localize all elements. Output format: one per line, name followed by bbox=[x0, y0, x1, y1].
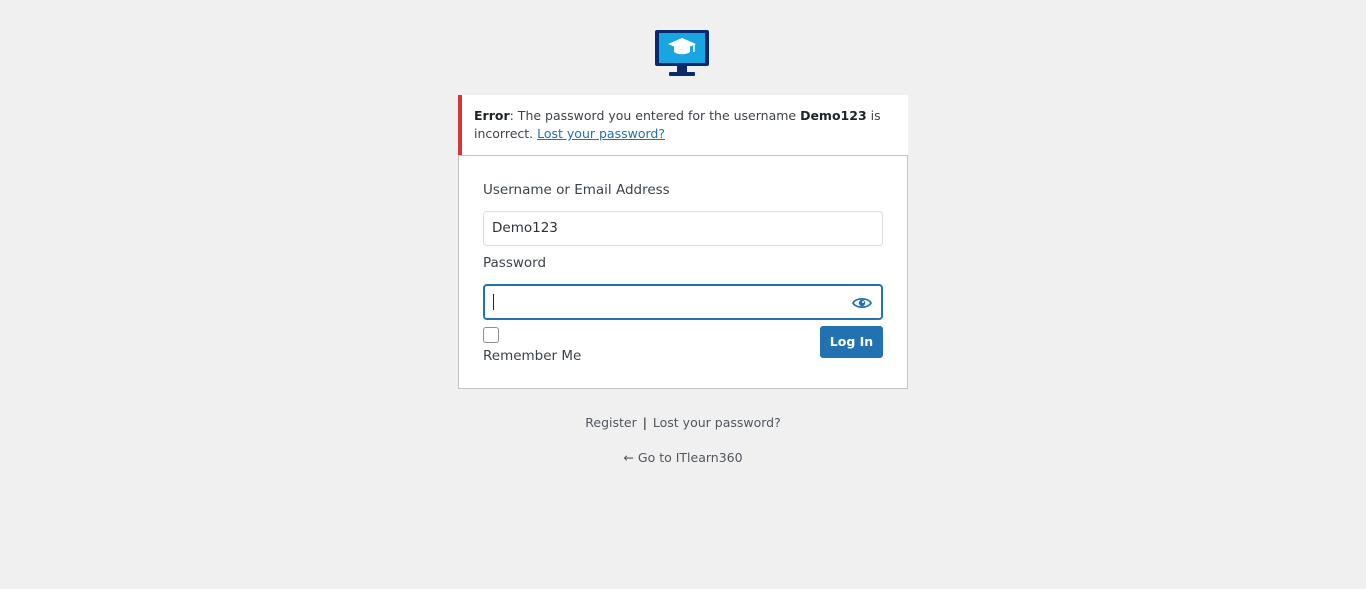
footer-nav: Register | Lost your password? bbox=[0, 415, 1366, 430]
lost-password-link[interactable]: Lost your password? bbox=[653, 415, 781, 430]
login-button[interactable]: Log In bbox=[820, 326, 883, 358]
remember-me-label[interactable]: Remember Me bbox=[483, 348, 581, 364]
username-input[interactable]: Demo123 bbox=[483, 211, 883, 246]
register-link[interactable]: Register bbox=[585, 415, 636, 430]
back-to-site: ← Go to ITlearn360 bbox=[0, 450, 1366, 465]
remember-me-checkbox[interactable] bbox=[483, 327, 499, 343]
error-lost-password-link[interactable]: Lost your password? bbox=[537, 126, 665, 141]
error-label: Error bbox=[474, 108, 510, 123]
error-username: Demo123 bbox=[800, 108, 867, 123]
login-error-notice: Error: The password you entered for the … bbox=[458, 95, 908, 155]
text-caret bbox=[493, 294, 494, 310]
login-page: Error: The password you entered for the … bbox=[0, 0, 1366, 589]
error-message-start: : The password you entered for the usern… bbox=[509, 108, 801, 123]
username-label: Username or Email Address bbox=[483, 182, 670, 198]
login-form: Username or Email Address Demo123 Passwo… bbox=[458, 155, 908, 389]
monitor-graduation-cap-icon[interactable] bbox=[654, 29, 710, 77]
password-label: Password bbox=[483, 255, 547, 271]
eye-icon[interactable] bbox=[852, 296, 872, 310]
back-to-site-link[interactable]: ← Go to ITlearn360 bbox=[623, 450, 742, 465]
nav-separator: | bbox=[642, 415, 647, 430]
password-input[interactable] bbox=[483, 284, 883, 320]
